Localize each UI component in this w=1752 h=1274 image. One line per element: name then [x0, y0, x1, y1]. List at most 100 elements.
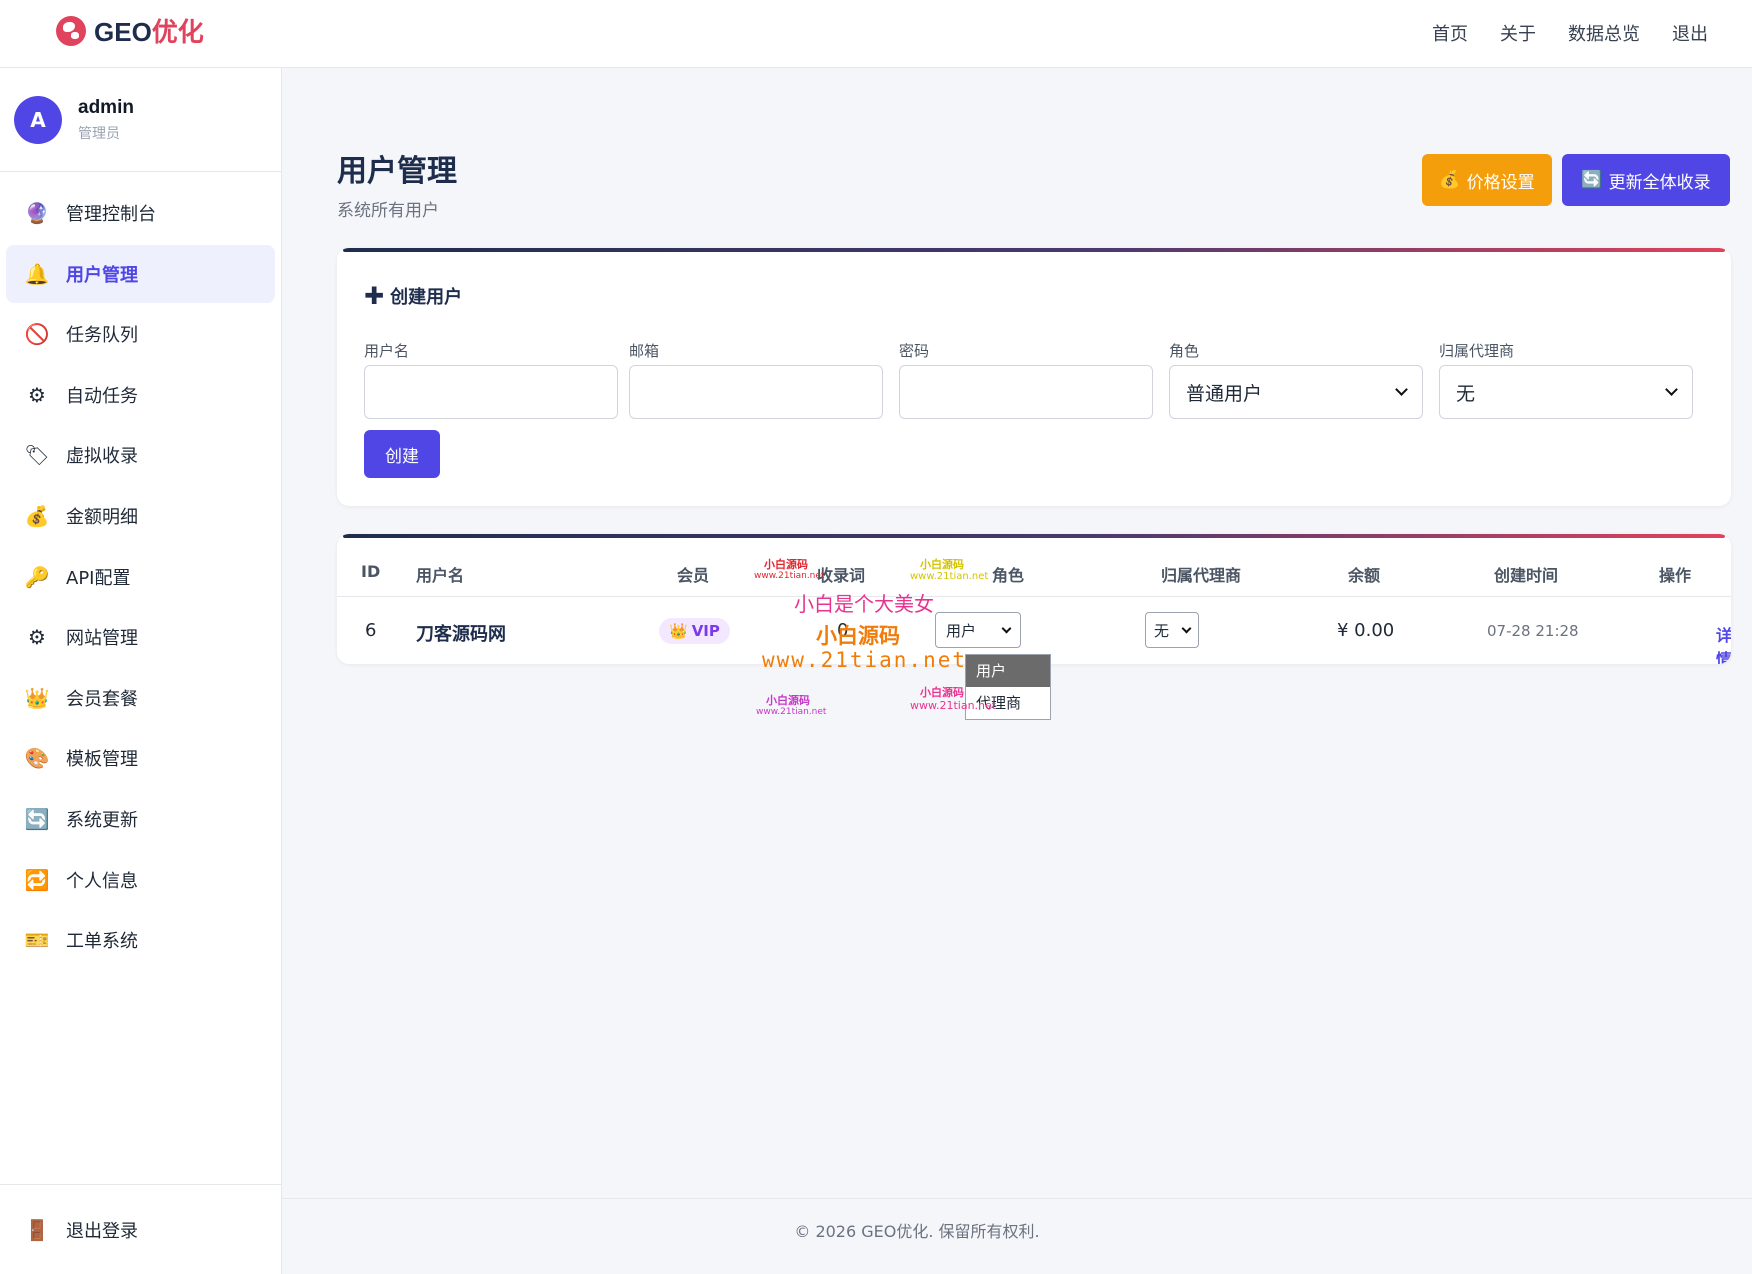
cell-keywords: 0 [837, 620, 849, 641]
chevron-down-icon [1001, 623, 1012, 633]
topnav-about[interactable]: 关于 [1500, 20, 1536, 46]
create-user-card: ✚ 创建用户 用户名 邮箱 密码 角色 普通用户 归属代理商 无 创建 [337, 248, 1731, 506]
password-label: 密码 [899, 342, 930, 360]
brand-name: GEO优化 [94, 17, 204, 47]
top-nav: 首页 关于 数据总览 退出 [1432, 20, 1708, 46]
sidebar-item-label: 会员套餐 [66, 688, 138, 710]
plus-icon: ✚ [364, 282, 385, 310]
email-field-group: 邮箱 [629, 340, 883, 419]
price-settings-label: 价格设置 [1466, 172, 1535, 193]
user-name: admin [78, 96, 134, 118]
sidebar-item-6[interactable]: 🔑 API配置 [6, 548, 275, 606]
cell-created: 07-28 21:28 [1487, 622, 1579, 640]
agent-select[interactable]: 无 [1439, 365, 1693, 419]
sidebar-item-icon: ⚙ [28, 625, 46, 650]
footer-copyright: © 2026 GEO优化. 保留所有权利. [794, 1222, 1040, 1241]
update-all-index-label: 更新全体收录 [1608, 172, 1711, 193]
sidebar-item-7[interactable]: ⚙ 网站管理 [6, 608, 275, 666]
cell-balance: ¥ 0.00 [1337, 620, 1395, 641]
sidebar-item-9[interactable]: 🎨 模板管理 [6, 729, 275, 787]
sidebar-item-label: 管理控制台 [66, 204, 156, 225]
topnav-overview[interactable]: 数据总览 [1568, 20, 1640, 46]
sidebar-item-8[interactable]: 👑 会员套餐 [6, 669, 275, 727]
sidebar-item-5[interactable]: 💰 金额明细 [6, 487, 275, 545]
page-title: 用户管理 [337, 154, 457, 189]
row-agent-value: 无 [1154, 621, 1170, 640]
create-button[interactable]: 创建 [364, 430, 440, 478]
email-input[interactable] [629, 365, 883, 419]
col-header-keywords: 收录词 [817, 566, 866, 585]
sidebar-item-icon: 🔄 [24, 806, 50, 831]
price-settings-button[interactable]: 💰 价格设置 [1422, 154, 1552, 206]
sidebar-item-label: 模板管理 [66, 749, 138, 771]
topnav-home[interactable]: 首页 [1432, 20, 1468, 46]
crown-icon: 👑 [669, 622, 688, 640]
sidebar-item-0[interactable]: 🔮 管理控制台 [6, 184, 275, 242]
sidebar-item-1[interactable]: 🔔 用户管理 [6, 244, 275, 303]
sidebar-item-label: 系统更新 [66, 809, 138, 831]
chevron-down-icon [1665, 383, 1678, 396]
agent-field-group: 归属代理商 无 [1439, 340, 1693, 419]
sidebar-item-4[interactable]: 🏷 虚拟收录 [6, 426, 275, 484]
sidebar-item-12[interactable]: 🎫 工单系统 [6, 911, 275, 969]
sidebar-item-icon: 👑 [24, 685, 50, 710]
footer: © 2026 GEO优化. 保留所有权利. [282, 1198, 1752, 1274]
col-header-username: 用户名 [416, 566, 465, 585]
update-all-index-button[interactable]: 🔄 更新全体收录 [1562, 154, 1730, 206]
role-select[interactable]: 普通用户 [1169, 365, 1423, 419]
logout-label: 退出登录 [66, 1220, 138, 1242]
sidebar-item-label: 个人信息 [66, 870, 138, 892]
chevron-down-icon [1181, 623, 1192, 633]
sidebar-item-10[interactable]: 🔄 系统更新 [6, 790, 275, 848]
role-field-group: 角色 普通用户 [1169, 340, 1423, 419]
sidebar-item-11[interactable]: 🔁 个人信息 [6, 851, 275, 909]
user-profile: A admin 管理员 [0, 68, 281, 172]
chevron-down-icon [1395, 383, 1408, 396]
user-role: 管理员 [78, 125, 120, 142]
sidebar-item-icon: 🏷 [24, 443, 50, 468]
role-dropdown-menu: 用户 代理商 [965, 654, 1051, 720]
sidebar-item-3[interactable]: ⚙ 自动任务 [6, 366, 275, 424]
col-header-member: 会员 [677, 566, 710, 585]
username-input[interactable] [364, 365, 618, 419]
row-agent-select[interactable]: 无 [1145, 612, 1199, 648]
header-divider [337, 596, 1731, 597]
avatar: A [14, 95, 62, 144]
username-field-group: 用户名 [364, 340, 618, 419]
sidebar-item-label: 用户管理 [66, 264, 138, 286]
logout-button[interactable]: 🚪 退出登录 [0, 1184, 281, 1274]
username-label: 用户名 [364, 342, 410, 360]
sidebar-item-label: 自动任务 [66, 385, 138, 407]
col-header-agent: 归属代理商 [1161, 566, 1242, 585]
cell-id: 6 [365, 620, 377, 641]
topnav-exit[interactable]: 退出 [1672, 20, 1708, 46]
sidebar-item-icon: 🔁 [24, 867, 50, 892]
dropdown-option-user[interactable]: 用户 [966, 655, 1050, 687]
col-header-created: 创建时间 [1494, 566, 1559, 585]
role-select-value: 普通用户 [1186, 382, 1263, 405]
refresh-icon: 🔄 [1581, 170, 1603, 190]
dropdown-option-agent[interactable]: 代理商 [966, 687, 1050, 719]
top-bar: GEO优化 首页 关于 数据总览 退出 [0, 0, 1752, 68]
sidebar-item-2[interactable]: 🚫 任务队列 [6, 305, 275, 363]
sidebar-item-icon: 🎨 [24, 746, 50, 771]
sidebar-nav: 🔮 管理控制台 🔔 用户管理 🚫 任务队列 ⚙ 自动任务 🏷 虚拟收录 💰 金额明细 🔑 API配置 ⚙ 网站… [0, 172, 281, 984]
globe-icon [56, 15, 86, 46]
page-subtitle: 系统所有用户 [337, 201, 439, 221]
col-header-role: 角色 [992, 566, 1025, 585]
sidebar-item-label: 虚拟收录 [66, 446, 138, 468]
password-field-group: 密码 [899, 340, 1153, 419]
role-label: 角色 [1169, 342, 1200, 360]
email-label: 邮箱 [629, 342, 660, 360]
sidebar-item-icon: 🚫 [24, 322, 50, 347]
col-header-id: ID [361, 562, 381, 581]
row-role-value: 用户 [946, 621, 977, 640]
sidebar-item-label: 金额明细 [66, 506, 138, 528]
create-user-heading: ✚ 创建用户 [364, 282, 463, 310]
sidebar-item-label: API配置 [66, 567, 131, 589]
password-input[interactable] [899, 365, 1153, 419]
brand-logo[interactable]: GEO优化 [56, 12, 204, 49]
users-table: ID 用户名 会员 收录词 角色 归属代理商 余额 创建时间 操作 6 刀客源码… [337, 534, 1731, 664]
detail-link[interactable]: 详情 [1716, 622, 1731, 664]
row-role-select[interactable]: 用户 [935, 612, 1021, 648]
